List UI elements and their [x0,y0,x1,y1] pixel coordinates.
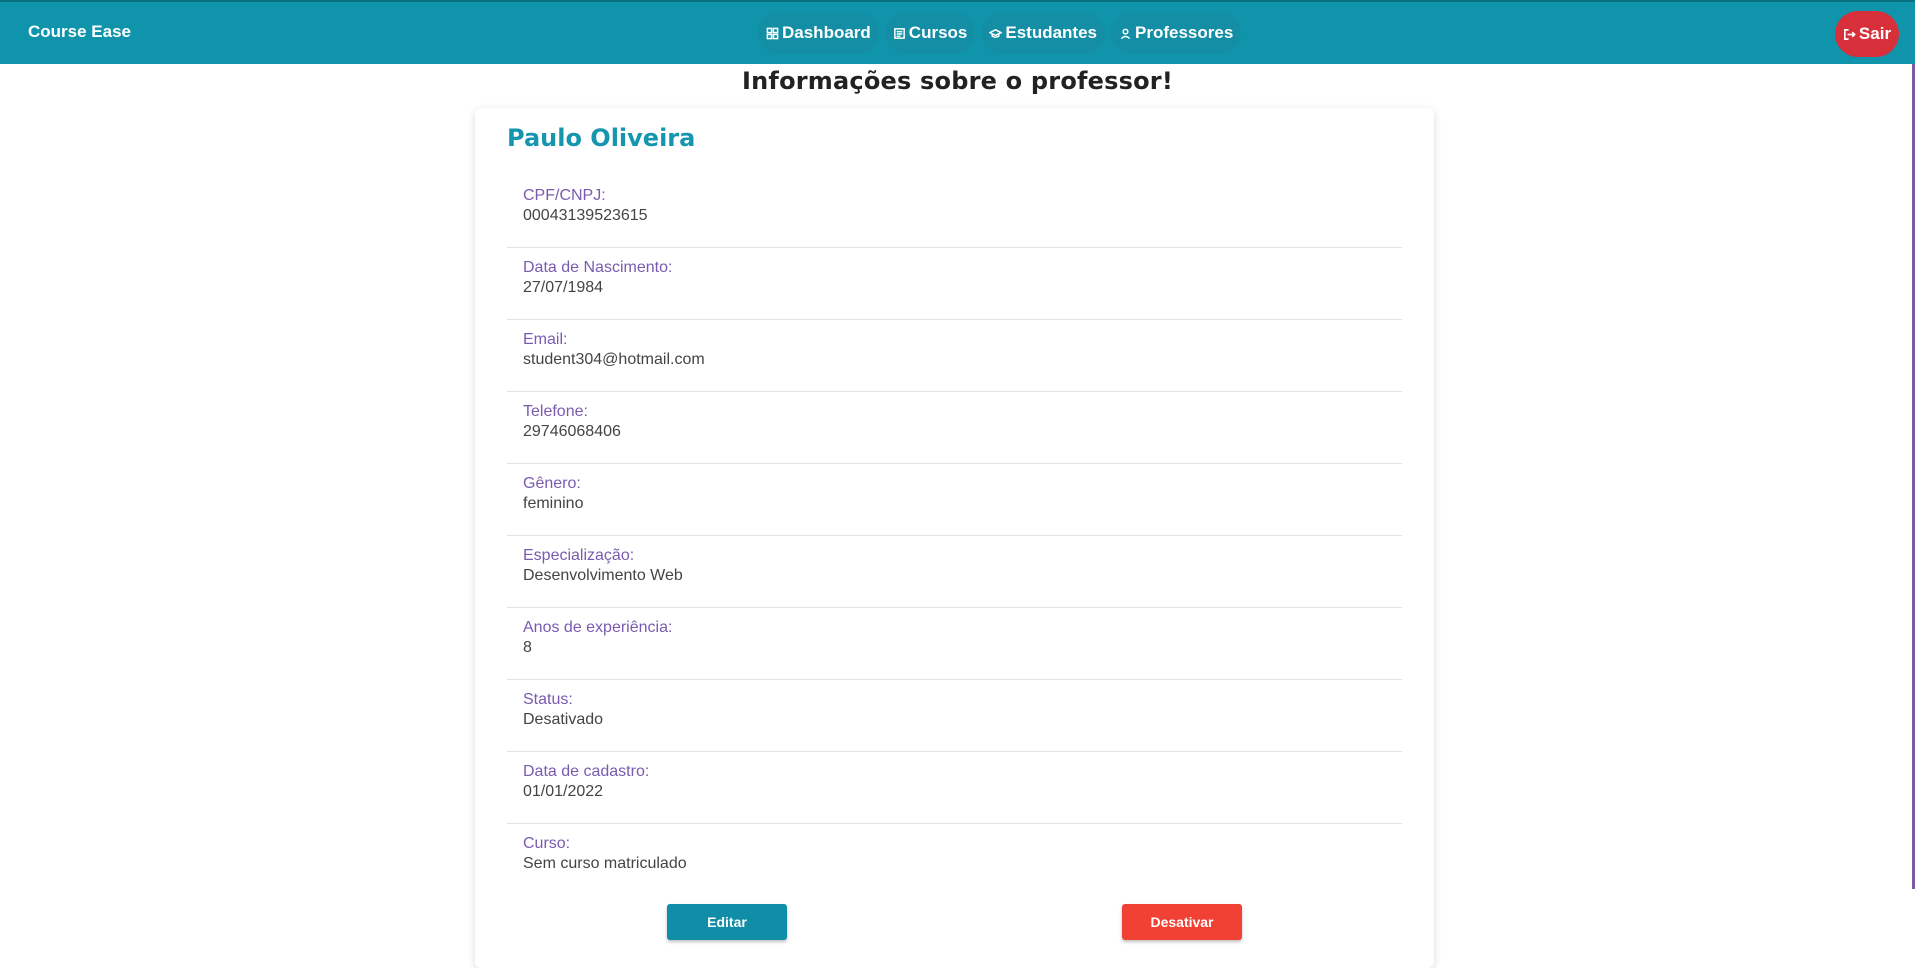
graduation-cap-icon [989,28,1003,38]
info-label: Data de Nascimento: [523,259,673,276]
info-label: Telefone: [523,403,588,420]
info-item-birthdate: Data de Nascimento: 27/07/1984 [507,248,1402,320]
info-value: Sem curso matriculado [523,855,687,872]
info-item-specialization: Especialização: Desenvolvimento Web [507,536,1402,608]
logout-icon [1843,28,1856,40]
info-item-phone: Telefone: 29746068406 [507,392,1402,464]
book-icon [893,27,905,39]
professor-info-card: Paulo Oliveira CPF/CNPJ: 00043139523615 … [475,108,1434,968]
info-item-status: Status: Desativado [507,680,1402,752]
nav-dashboard-label: Dashboard [782,23,871,42]
dashboard-icon [766,27,779,39]
top-navbar: Course Ease Dashboard Cursos Estudantes … [0,0,1915,64]
nav-professores-label: Professores [1135,23,1234,42]
info-label: Data de cadastro: [523,763,650,780]
info-item-registration-date: Data de cadastro: 01/01/2022 [507,752,1402,824]
info-label: Gênero: [523,475,581,492]
nav-estudantes-label: Estudantes [1005,23,1098,42]
info-value: student304@hotmail.com [523,351,705,368]
nav-cursos-label: Cursos [908,23,968,42]
nav-cursos[interactable]: Cursos [884,12,976,54]
info-label: Curso: [523,835,571,852]
nav-estudantes[interactable]: Estudantes [981,12,1106,54]
page-title: Informações sobre o professor! [742,67,1173,95]
info-value: 29746068406 [523,423,621,440]
nav-professores[interactable]: Professores [1111,12,1242,54]
info-value: 01/01/2022 [523,783,604,800]
info-value: 27/07/1984 [523,279,604,296]
info-item-gender: Gênero: feminino [507,464,1402,536]
professor-name: Paulo Oliveira [507,124,696,152]
person-icon [1120,28,1131,39]
edit-button[interactable]: Editar [667,904,787,940]
nav-dashboard[interactable]: Dashboard [758,12,879,54]
info-item-course: Curso: Sem curso matriculado [507,824,1402,896]
info-value: Desenvolvimento Web [523,567,683,584]
logout-label: Sair [1858,24,1892,43]
logout-button[interactable]: Sair [1835,11,1899,57]
info-label: Email: [523,331,568,348]
info-value: Desativado [523,711,604,728]
info-label: Status: [523,691,573,708]
info-item-experience: Anos de experiência: 8 [507,608,1402,680]
deactivate-button[interactable]: Desativar [1122,904,1242,940]
info-item-email: Email: student304@hotmail.com [507,320,1402,392]
info-label: Especialização: [523,547,635,564]
info-item-cpf: CPF/CNPJ: 00043139523615 [507,176,1402,248]
info-label: CPF/CNPJ: [523,187,606,204]
info-value: feminino [523,495,584,512]
main-nav: Dashboard Cursos Estudantes Professores [758,12,1242,54]
info-label: Anos de experiência: [523,619,673,636]
professor-info-list: CPF/CNPJ: 00043139523615 Data de Nascime… [507,176,1402,896]
brand-logo[interactable]: Course Ease [28,22,131,42]
info-value: 8 [523,639,532,656]
info-value: 00043139523615 [523,207,648,224]
